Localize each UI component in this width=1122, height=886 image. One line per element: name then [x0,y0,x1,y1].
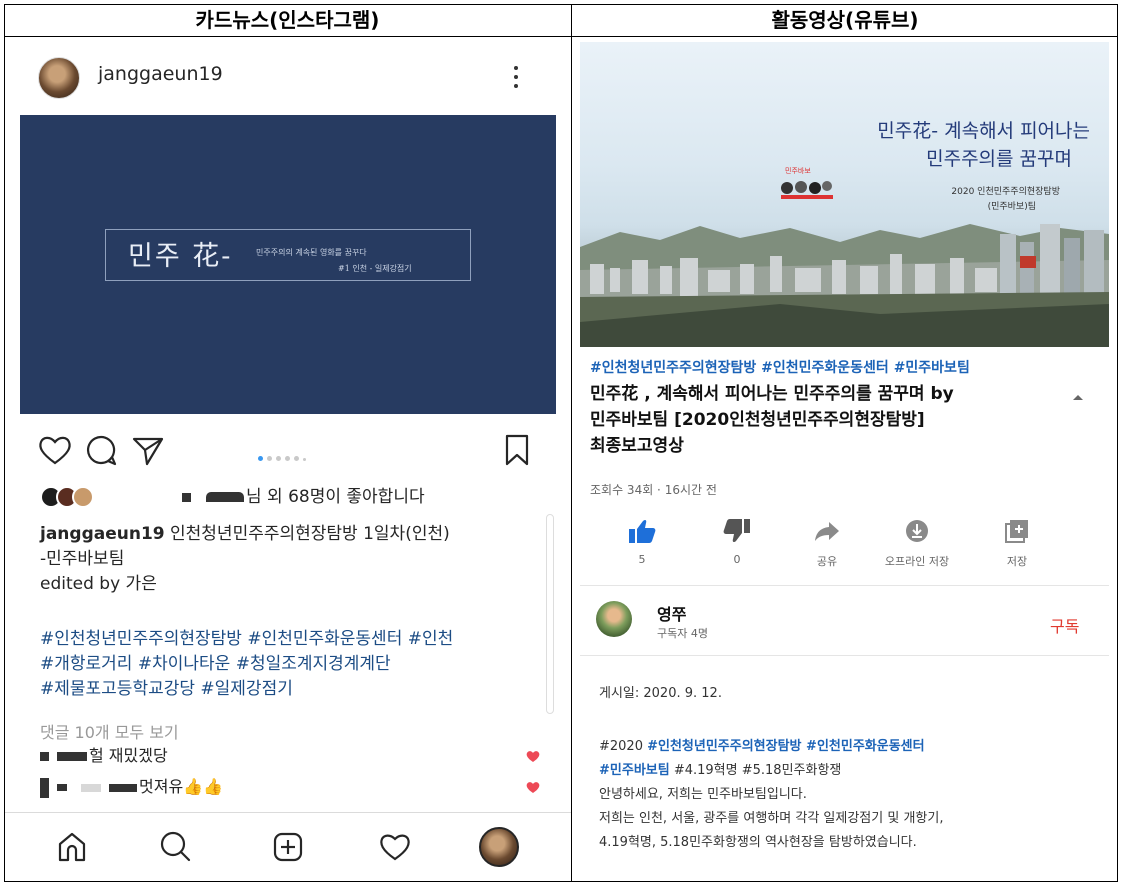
activity-heart-icon[interactable] [375,827,415,867]
comment-heart-icon[interactable] [526,750,540,763]
carousel-dots [258,446,338,461]
video-title-line: 민주바보팀 [2020인천청년민주주의현장탐방] [590,410,925,430]
instagram-post: janggaeun19 민주 花- 민주주의의 계속된 영화를 꿈꾸다 #1 인… [5,38,571,881]
video-title: 민주花 , 계속해서 피어나는 민주주의를 꿈꾸며 by 민주바보팀 [2020… [590,381,1030,459]
share-icon[interactable] [128,430,168,470]
thumbnail-title-line2: 민주주의를 꿈꾸며 [926,148,1072,170]
redacted-name [40,752,49,761]
video-title-line: 최종보고영상 [590,436,684,456]
view-count: 조회수 34회 · 16시간 전 [590,483,717,497]
scrollbar[interactable] [546,514,554,714]
caption-username[interactable]: janggaeun19 [40,524,165,544]
likes-row[interactable]: 님 외 68명이 좋아합니다 [40,485,560,511]
subscribe-button[interactable]: 구독 [1050,613,1079,637]
search-icon[interactable] [155,827,195,867]
more-options-icon[interactable] [511,64,521,94]
comment-text: 헐 재밌겠당 [89,746,168,765]
post-actions [5,430,571,474]
card-tag: #1 인천 - 일제강점기 [338,264,412,273]
share-button[interactable]: 공유 [787,518,867,578]
save-to-playlist-button[interactable]: 저장 [977,518,1057,578]
thumbnail-caption-line1: 2020 인천민주주의현장탐방 [951,187,1060,197]
offline-save-label: 오프라인 저장 [884,555,950,568]
channel-avatar[interactable] [596,601,632,637]
card-subtitle: 민주주의의 계속된 영화를 꿈꾸다 [256,248,367,257]
card-title: 민주 花- [128,241,233,272]
team-logo-icon: 민주바보 [781,166,833,199]
hashtag-line[interactable]: #인천청년민주주의현장탐방 #인천민주화운동센터 #인천 [40,627,550,652]
save-label: 저장 [1006,555,1028,568]
likes-count: 님 외 68명이 좋아합니다 [246,487,425,507]
thumbnail-title-line1: 민주花- 계속해서 피어나는 [877,120,1090,142]
comment-item: 멋져유👍👍 [40,775,550,799]
post-hashtags: #인천청년민주주의현장탐방 #인천민주화운동센터 #인천 #개항로거리 #차이나… [40,627,550,702]
desc-line: 4.19혁명, 5.18민주화항쟁의 역사현장을 탐방하였습니다. [599,835,917,850]
profile-avatar-icon[interactable] [479,827,519,867]
bookmark-icon[interactable] [497,430,537,470]
playlist-add-icon [1005,520,1028,543]
card-news-image[interactable]: 민주 花- 민주주의의 계속된 영화를 꿈꾸다 #1 인천 - 일제강점기 [20,115,556,414]
collapse-chevron-icon[interactable] [1072,393,1084,401]
post-username[interactable]: janggaeun19 [98,63,223,85]
bottom-nav [5,812,571,881]
hashtag-line[interactable]: #개항로거리 #차이나타운 #청일조계지경계계단 [40,652,550,677]
comment-heart-icon[interactable] [526,781,540,794]
view-all-comments-link[interactable]: 댓글 10개 모두 보기 [40,719,179,743]
avatar[interactable] [38,57,80,99]
redacted-name [182,493,191,502]
share-arrow-icon [815,522,839,541]
liker-avatars [40,486,102,508]
post-caption: janggaeun19 인천청년민주주의현장탐방 1일차(인천) -민주바보팀 … [40,522,550,597]
desc-hashtags[interactable]: #4.19혁명 #5.18민주화항쟁 [670,763,842,778]
youtube-video-page: 민주花- 계속해서 피어나는 민주주의를 꿈꾸며 2020 인천민주주의현장탐방… [572,38,1117,881]
channel-name[interactable]: 영쭈 [657,601,686,625]
comment-item: 헐 재밌겠당 [40,744,550,768]
caption-text: 인천청년민주주의현장탐방 1일차(인천) [164,524,450,544]
desc-hashtag[interactable]: #2020 [599,739,647,754]
header-row: 카드뉴스(인스타그램) 활동영상(유튜브) [4,4,1118,37]
home-icon[interactable] [52,827,92,867]
divider [580,655,1109,656]
new-post-icon[interactable] [268,827,308,867]
comment-icon[interactable] [81,430,121,470]
comment-text: 멋져유👍👍 [139,777,224,796]
video-description: #2020 #인천청년민주주의현장탐방 #인천민주화운동센터 #민주바보팀 #4… [599,735,1099,855]
desc-hashtags-link[interactable]: #인천청년민주주의현장탐방 #인천민주화운동센터 [647,739,924,754]
thumbnail-caption-line2: (민주바보)팀 [987,202,1036,212]
redacted-name [57,752,87,761]
hashtag-line[interactable]: #제물포고등학교강당 #일제강점기 [40,677,550,702]
like-count: 5 [638,553,646,566]
video-thumbnail[interactable]: 민주花- 계속해서 피어나는 민주주의를 꿈꾸며 2020 인천민주주의현장탐방… [580,42,1109,347]
dislike-count: 0 [733,553,741,566]
caption-edited-by: edited by 가은 [40,574,157,594]
video-title-line: 민주花 , 계속해서 피어나는 민주주의를 꿈꾸며 by [590,384,954,404]
offline-save-button[interactable]: 오프라인 저장 [877,518,957,578]
svg-text:민주바보: 민주바보 [785,166,811,175]
video-hashtags[interactable]: #인천청년민주주의현장탐방 #인천민주화운동센터 #민주바보팀 [590,357,970,377]
thumbs-up-icon [629,519,656,543]
redacted-name [81,783,101,792]
heart-icon[interactable] [35,430,75,470]
card-title-box: 민주 花- 민주주의의 계속된 영화를 꿈꾸다 #1 인천 - 일제강점기 [105,229,471,281]
header-instagram: 카드뉴스(인스타그램) [195,8,380,32]
desc-line: 안녕하세요, 저희는 민주바보팀입니다. [599,787,807,802]
caption-line2: -민주바보팀 [40,549,125,569]
header-youtube: 활동영상(유튜브) [771,8,919,32]
redacted-name [206,492,244,502]
subscriber-count: 구독자 4명 [657,627,708,640]
like-button[interactable]: 5 [602,518,682,578]
share-label: 공유 [816,555,838,568]
redacted-name [57,784,67,791]
divider [580,585,1109,586]
download-icon [906,520,928,542]
desc-hashtag-link[interactable]: #민주바보팀 [599,763,670,778]
publish-date: 게시일: 2020. 9. 12. [599,686,722,701]
post-header: janggaeun19 [5,38,571,116]
desc-line: 저희는 인천, 서울, 광주를 여행하며 각각 일제강점기 및 개항기, [599,811,944,826]
redacted-name [40,777,49,798]
dislike-button[interactable]: 0 [697,518,777,578]
redacted-name [109,783,137,792]
thumbs-down-icon [723,519,750,543]
